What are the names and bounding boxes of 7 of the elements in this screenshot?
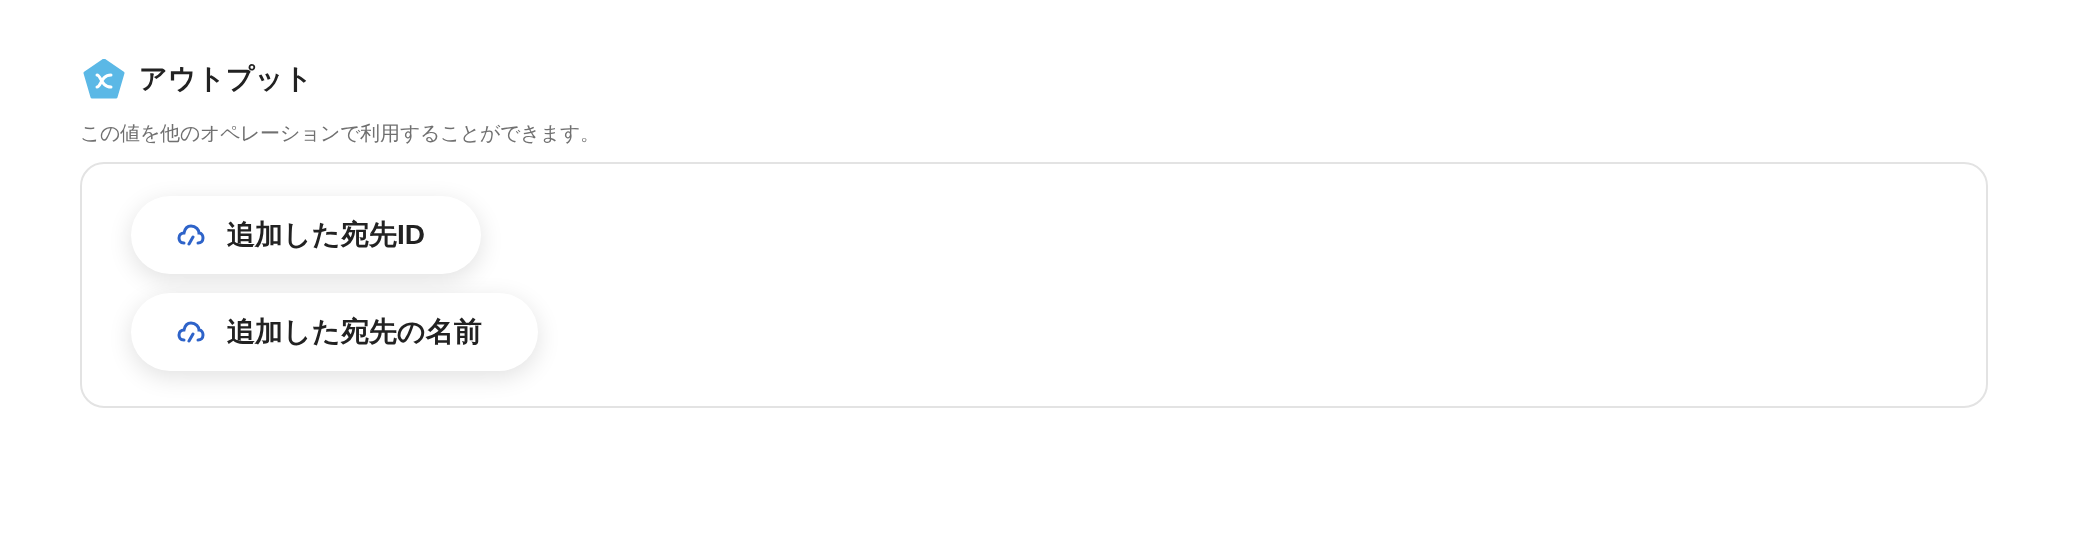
output-chip[interactable]: 追加した宛先の名前 <box>131 293 538 371</box>
section-description: この値を他のオペレーションで利用することができます。 <box>80 121 601 146</box>
logo-icon <box>83 59 125 99</box>
cloud-icon <box>177 321 205 343</box>
section-title: アウトプット <box>139 62 313 96</box>
output-chip[interactable]: 追加した宛先ID <box>131 196 481 274</box>
cloud-icon <box>177 224 205 246</box>
